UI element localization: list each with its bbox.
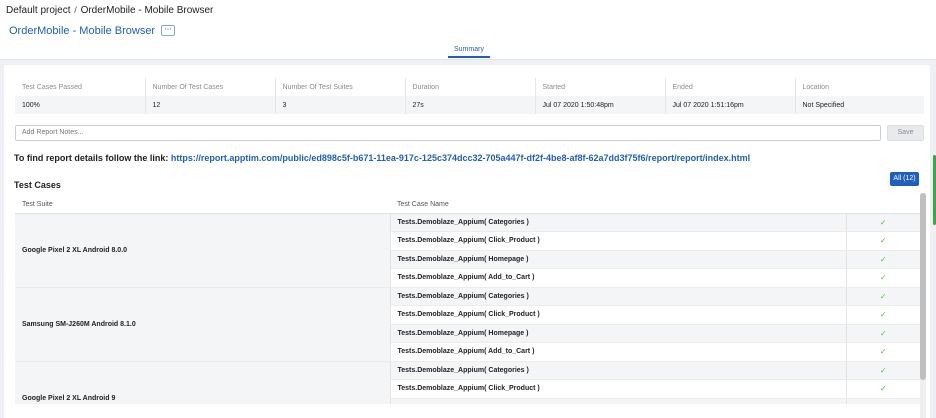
test-case-name[interactable]: Tests.Demoblaze_Appium( Homepage ) xyxy=(390,250,847,269)
check-icon: ✓ xyxy=(846,305,920,325)
breadcrumb-project[interactable]: Default project xyxy=(6,5,70,16)
summary-header: Duration xyxy=(405,78,536,96)
more-options-button[interactable]: ··· xyxy=(161,25,175,36)
test-suite-cell: Samsung SM-J260M Android 8.1.0 xyxy=(15,287,391,362)
column-header-test-case-name: Test Case Name xyxy=(390,196,846,214)
summary-value-ended: Jul 07 2020 1:51:16pm xyxy=(665,96,796,114)
test-case-name[interactable]: Tests.Demoblaze_Appium( Add_to_Cart ) xyxy=(390,342,847,362)
report-link-line: To find report details follow the link: … xyxy=(14,153,750,163)
summary-header: Started xyxy=(535,78,666,96)
column-header-test-suite: Test Suite xyxy=(15,196,390,214)
check-icon: ✓ xyxy=(846,231,920,251)
check-icon: ✓ xyxy=(846,250,920,269)
check-icon: ✓ xyxy=(846,268,920,288)
test-case-name[interactable]: Tests.Demoblaze_Appium( Categories ) xyxy=(390,361,847,380)
summary-value-passed: 100% xyxy=(15,96,146,114)
tab-summary[interactable]: Summary xyxy=(448,46,490,58)
report-notes-input[interactable]: Add Report Notes... xyxy=(15,125,881,141)
test-case-name[interactable]: Tests.Demoblaze_Appium( Click_Product ) xyxy=(390,231,847,251)
test-case-name[interactable]: Tests.Demoblaze_Appium( Homepage ) xyxy=(390,398,847,404)
summary-header: Number Of Test Suites xyxy=(275,78,406,96)
test-cases-table-container: Test Suite Test Case Name Google Pixel 2… xyxy=(15,196,920,404)
column-header-status xyxy=(846,196,920,214)
test-case-name[interactable]: Tests.Demoblaze_Appium( Categories ) xyxy=(390,287,847,306)
check-icon: ✓ xyxy=(846,213,920,232)
check-icon: ✓ xyxy=(846,398,920,404)
check-icon: ✓ xyxy=(846,324,920,343)
summary-value-started: Jul 07 2020 1:50:48pm xyxy=(535,96,666,114)
summary-header: Ended xyxy=(665,78,796,96)
table-row[interactable]: Google Pixel 2 XL Android 8.0.0 Tests.Dem… xyxy=(15,213,920,288)
page-title: OrderMobile - Mobile Browser xyxy=(9,25,156,37)
filter-all-button[interactable]: All (12) xyxy=(890,172,919,186)
test-cases-title: Test Cases xyxy=(14,180,61,190)
breadcrumb: Default project / OrderMobile - Mobile B… xyxy=(6,5,213,16)
save-button[interactable]: Save xyxy=(887,125,924,141)
test-case-name[interactable]: Tests.Demoblaze_Appium( Categories ) xyxy=(390,213,847,232)
check-icon: ✓ xyxy=(846,342,920,362)
table-row[interactable]: Samsung SM-J260M Android 8.1.0 Tests.Demo… xyxy=(15,287,920,362)
report-link-prefix: To find report details follow the link: xyxy=(14,153,169,163)
summary-table: Test Cases Passed Number Of Test Cases N… xyxy=(15,78,924,114)
check-icon: ✓ xyxy=(846,287,920,306)
breadcrumb-current: OrderMobile - Mobile Browser xyxy=(80,5,214,16)
scrollbar-thumb[interactable] xyxy=(920,193,926,380)
summary-value-test-suites: 3 xyxy=(275,96,406,114)
test-case-name[interactable]: Tests.Demoblaze_Appium( Add_to_Cart ) xyxy=(390,268,847,288)
test-case-name[interactable]: Tests.Demoblaze_Appium( Homepage ) xyxy=(390,324,847,343)
breadcrumb-separator: / xyxy=(74,5,77,15)
test-case-name[interactable]: Tests.Demoblaze_Appium( Click_Product ) xyxy=(390,305,847,325)
summary-value-location: Not Specified xyxy=(795,96,924,114)
test-suite-cell: Google Pixel 2 XL Android 9 xyxy=(15,361,391,404)
check-icon: ✓ xyxy=(846,361,920,380)
report-link[interactable]: https://report.apptim.com/public/ed898c5… xyxy=(171,153,750,163)
tab-bar: Summary xyxy=(0,44,936,60)
check-icon: ✓ xyxy=(846,379,920,399)
summary-header: Test Cases Passed xyxy=(15,78,146,96)
table-row[interactable]: Google Pixel 2 XL Android 9 Tests.Demobla… xyxy=(15,361,920,404)
summary-value-test-cases: 12 xyxy=(145,96,276,114)
test-case-name[interactable]: Tests.Demoblaze_Appium( Click_Product ) xyxy=(390,379,847,399)
test-cases-table: Test Suite Test Case Name Google Pixel 2… xyxy=(15,196,920,404)
summary-value-duration: 27s xyxy=(405,96,536,114)
summary-header: Location xyxy=(802,83,829,91)
test-suite-cell: Google Pixel 2 XL Android 8.0.0 xyxy=(15,213,391,288)
summary-header: Number Of Test Cases xyxy=(145,78,276,96)
